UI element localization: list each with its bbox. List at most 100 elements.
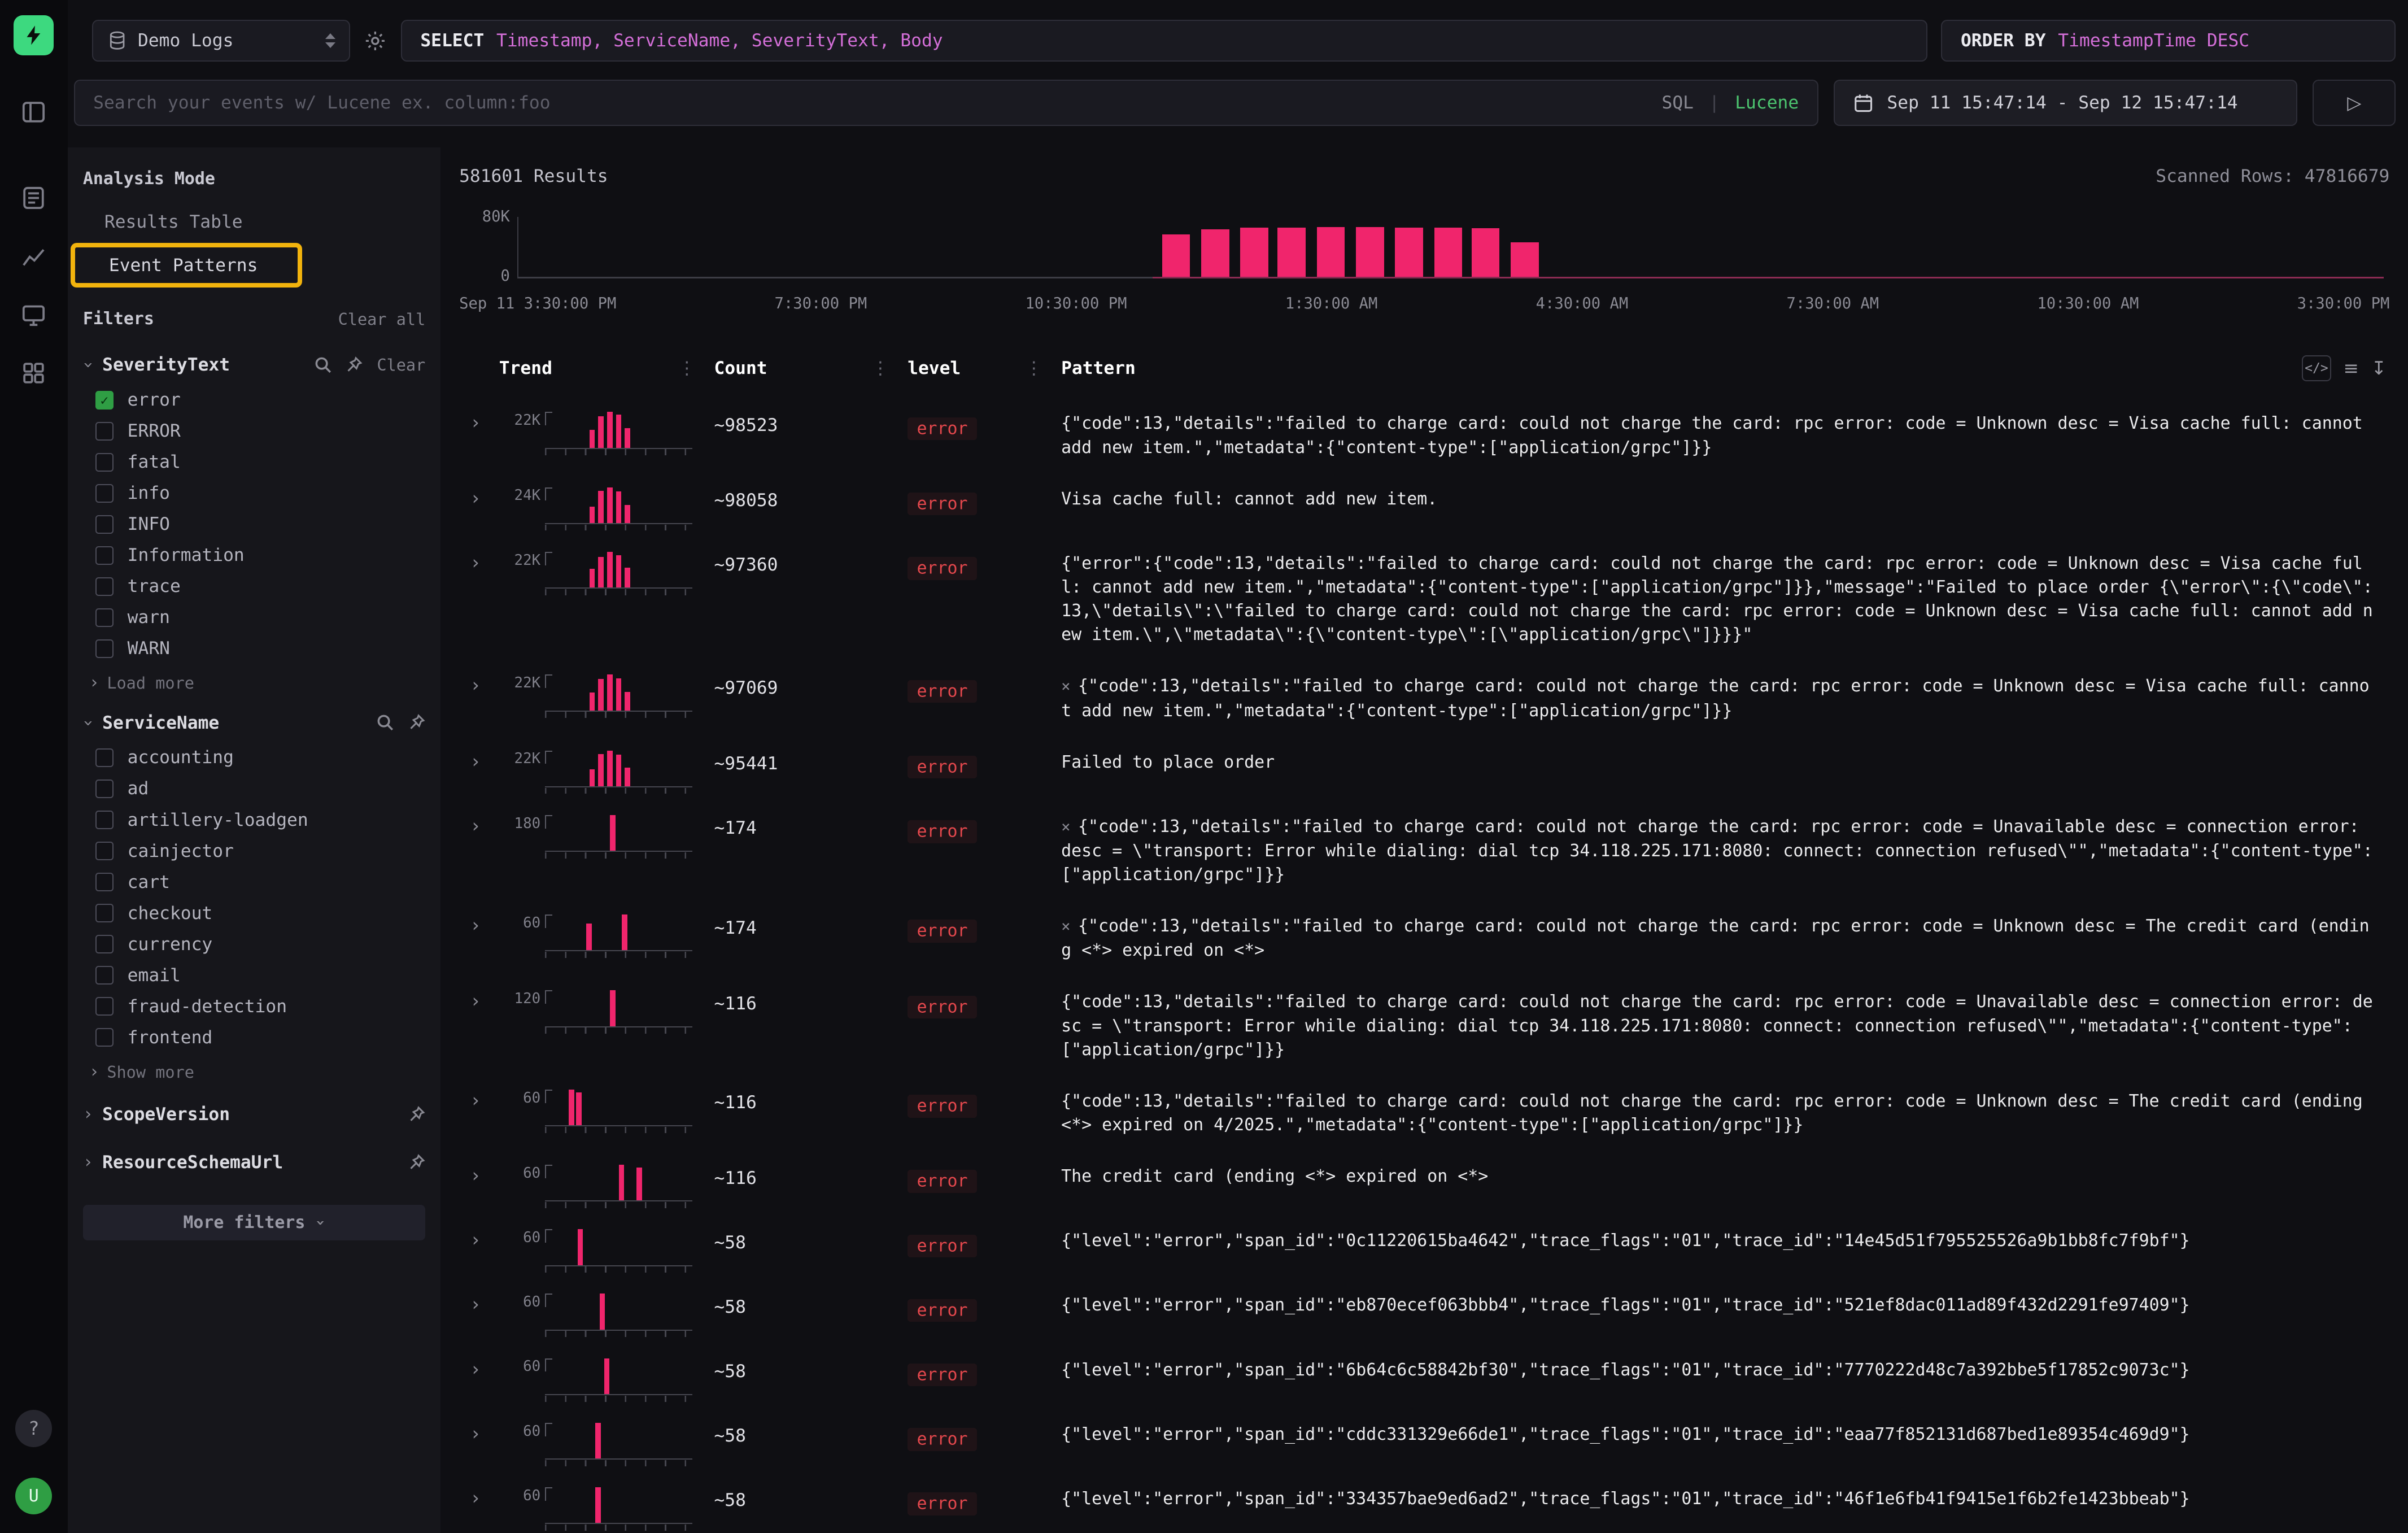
table-row[interactable]: ›60~58error{"level":"error","span_id":"3… — [459, 1472, 2389, 1533]
row-expand-chevron[interactable]: › — [459, 746, 499, 772]
row-expand-chevron[interactable]: › — [459, 547, 499, 573]
show-more-link[interactable]: › Show more — [68, 1053, 441, 1091]
pin-icon[interactable] — [407, 713, 426, 732]
row-expand-chevron[interactable]: › — [459, 407, 499, 433]
pattern-dismiss-icon[interactable]: × — [1061, 678, 1070, 695]
row-expand-chevron[interactable]: › — [459, 1354, 499, 1380]
row-expand-chevron[interactable]: › — [459, 1085, 499, 1111]
table-row[interactable]: ›180~174error×{"code":13,"details":"fail… — [459, 800, 2389, 899]
lucene-mode-toggle[interactable]: Lucene — [1735, 93, 1799, 113]
checkbox[interactable] — [95, 811, 114, 829]
checkbox[interactable] — [95, 779, 114, 798]
table-row[interactable]: ›60~116errorThe credit card (ending <*> … — [459, 1149, 2389, 1214]
table-row[interactable]: ›60~58error{"level":"error","span_id":"e… — [459, 1278, 2389, 1343]
date-range-picker[interactable]: Sep 11 15:47:14 - Sep 12 15:47:14 — [1834, 80, 2297, 126]
mode-event-patterns[interactable]: Event Patterns — [71, 243, 302, 288]
service-group-title[interactable]: ServiceName — [102, 713, 219, 733]
checkbox[interactable] — [95, 842, 114, 860]
histogram-bar[interactable] — [1472, 228, 1500, 277]
table-row[interactable]: ›22K~95441errorFailed to place order — [459, 735, 2389, 799]
row-expand-chevron[interactable]: › — [459, 1225, 499, 1251]
checkbox[interactable] — [95, 422, 114, 441]
checkbox[interactable] — [95, 966, 114, 985]
filter-option[interactable]: Information — [68, 540, 441, 571]
help-button[interactable]: ? — [15, 1410, 52, 1447]
gear-icon[interactable] — [364, 29, 387, 53]
histogram-bar[interactable] — [1201, 229, 1229, 277]
column-menu-icon[interactable]: ⋮ — [678, 358, 696, 378]
column-header-trend[interactable]: Trend ⋮ — [499, 358, 714, 378]
pin-icon[interactable] — [407, 1153, 426, 1172]
search-icon[interactable] — [376, 713, 395, 732]
checkbox[interactable] — [95, 577, 114, 596]
row-expand-chevron[interactable]: › — [459, 1418, 499, 1444]
table-row[interactable]: ›22K~97069error×{"code":13,"details":"fa… — [459, 659, 2389, 735]
filter-option[interactable]: cainjector — [68, 835, 441, 866]
row-expand-chevron[interactable]: › — [459, 910, 499, 936]
histogram-bar[interactable] — [1434, 228, 1463, 277]
histogram-plot[interactable] — [517, 217, 2383, 278]
severity-group-header[interactable]: › SeverityText Clear — [68, 344, 441, 384]
app-logo-bolt-icon[interactable] — [14, 15, 54, 55]
row-expand-chevron[interactable]: › — [459, 482, 499, 508]
filter-option[interactable]: currency — [68, 929, 441, 960]
column-menu-icon[interactable]: ⋮ — [1025, 358, 1042, 378]
column-menu-icon[interactable]: ⋮ — [871, 358, 889, 378]
histogram-bar[interactable] — [1240, 228, 1268, 277]
column-header-count[interactable]: Count ⋮ — [714, 358, 908, 378]
monitor-icon[interactable] — [20, 301, 47, 329]
clear-all-link[interactable]: Clear all — [338, 310, 426, 329]
filter-option[interactable]: frontend — [68, 1022, 441, 1053]
filter-option[interactable]: WARN — [68, 633, 441, 664]
checkbox[interactable] — [95, 546, 114, 565]
checkbox[interactable] — [95, 935, 114, 953]
logs-icon[interactable] — [20, 184, 47, 212]
histogram-bar[interactable] — [1511, 242, 1539, 277]
run-query-button[interactable]: ▷ — [2313, 80, 2396, 126]
row-expand-chevron[interactable]: › — [459, 670, 499, 696]
checkbox[interactable]: ✓ — [95, 391, 114, 410]
table-row[interactable]: ›60~58error{"level":"error","span_id":"c… — [459, 1408, 2389, 1472]
checkbox[interactable] — [95, 639, 114, 658]
search-icon[interactable] — [314, 356, 333, 374]
severity-group-title[interactable]: SeverityText — [102, 355, 230, 375]
checkbox[interactable] — [95, 453, 114, 472]
checkbox[interactable] — [95, 1028, 114, 1047]
checkbox[interactable] — [95, 484, 114, 503]
source-select[interactable]: Demo Logs — [92, 20, 350, 61]
sql-mode-toggle[interactable]: SQL — [1662, 93, 1694, 113]
load-more-link[interactable]: › Load more — [68, 664, 441, 702]
checkbox[interactable] — [95, 904, 114, 922]
histogram-bar[interactable] — [1162, 234, 1190, 277]
scopeversion-group-header[interactable]: › ScopeVersion — [68, 1091, 441, 1139]
pin-icon[interactable] — [344, 356, 363, 374]
code-view-icon[interactable]: </> — [2302, 355, 2331, 381]
service-group-header[interactable]: › ServiceName — [68, 702, 441, 742]
histogram-bar[interactable] — [1277, 228, 1306, 277]
download-icon[interactable]: ↧ — [2371, 358, 2387, 379]
row-expand-chevron[interactable]: › — [459, 811, 499, 837]
panels-icon[interactable] — [20, 98, 47, 126]
mode-results-table[interactable]: Results Table — [68, 204, 441, 239]
resourceschemaurl-title[interactable]: ResourceSchemaUrl — [102, 1152, 283, 1173]
filter-option[interactable]: accounting — [68, 742, 441, 773]
filter-option[interactable]: ✓error — [68, 385, 441, 416]
table-row[interactable]: ›24K~98058errorVisa cache full: cannot a… — [459, 472, 2389, 536]
more-filters-button[interactable]: More filters › — [83, 1205, 425, 1240]
pattern-dismiss-icon[interactable]: × — [1061, 818, 1070, 836]
filter-option[interactable]: trace — [68, 571, 441, 602]
table-row[interactable]: ›60~58error{"level":"error","span_id":"6… — [459, 1343, 2389, 1407]
checkbox[interactable] — [95, 997, 114, 1016]
checkbox[interactable] — [95, 515, 114, 534]
column-header-level[interactable]: level ⋮ — [908, 358, 1061, 378]
sql-query-input[interactable]: SELECT Timestamp, ServiceName, SeverityT… — [401, 20, 1927, 61]
histogram-bar[interactable] — [1317, 227, 1345, 277]
scopeversion-title[interactable]: ScopeVersion — [102, 1104, 230, 1125]
order-by-input[interactable]: ORDER BY TimestampTime DESC — [1941, 20, 2396, 61]
chart-icon[interactable] — [20, 243, 47, 271]
table-row[interactable]: ›120~116error{"code":13,"details":"faile… — [459, 975, 2389, 1074]
filter-option[interactable]: email — [68, 960, 441, 991]
histogram-bar[interactable] — [1356, 227, 1384, 277]
resourceschemaurl-group-header[interactable]: › ResourceSchemaUrl — [68, 1139, 441, 1187]
pin-icon[interactable] — [407, 1105, 426, 1124]
